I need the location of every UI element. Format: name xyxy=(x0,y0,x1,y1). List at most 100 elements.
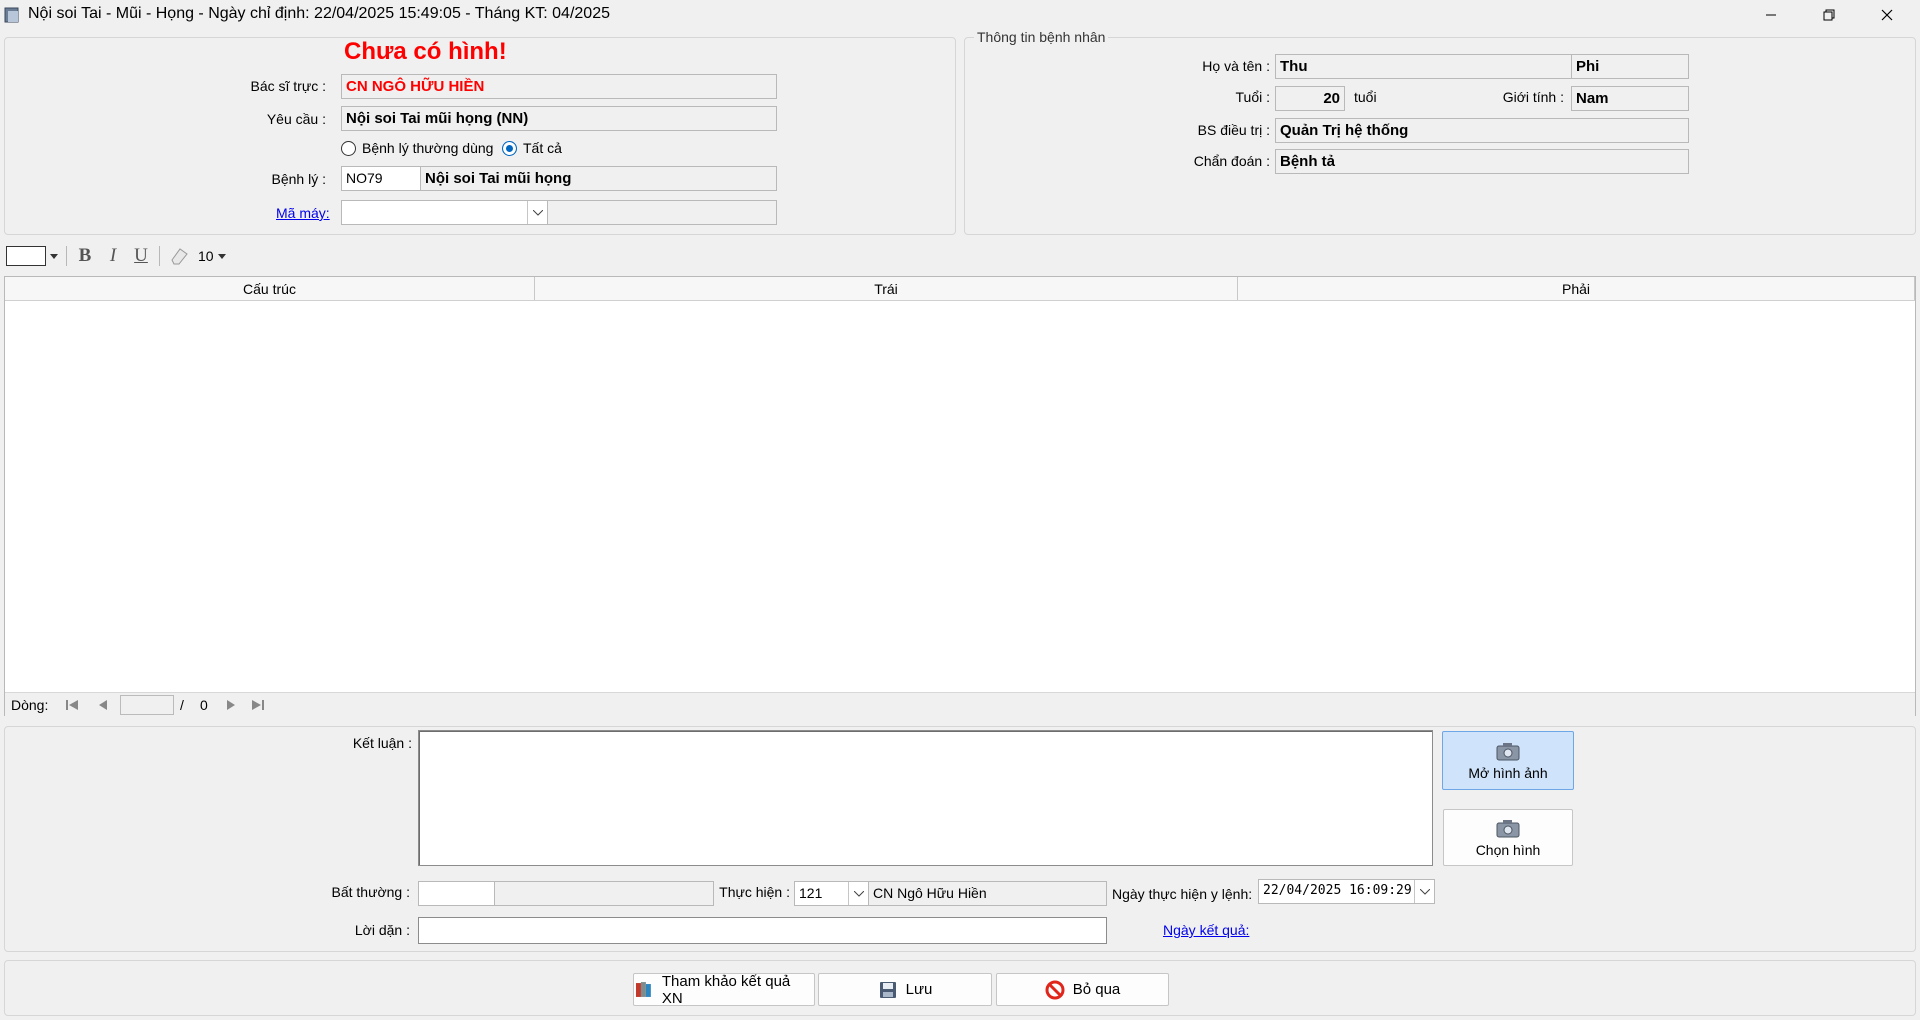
eraser-icon[interactable] xyxy=(168,246,190,266)
benh-ly-label: Bệnh lý : xyxy=(271,171,326,187)
ma-may-description xyxy=(547,200,777,225)
thuc-hien-code: 121 xyxy=(799,885,823,901)
benh-ly-code-field[interactable]: NO79 xyxy=(341,166,421,191)
bold-button[interactable]: B xyxy=(75,245,95,267)
age-label: Tuổi : xyxy=(1235,89,1271,105)
prev-page-icon[interactable] xyxy=(97,699,109,711)
no-image-notice: Chưa có hình! xyxy=(344,38,507,65)
window-title: Nội soi Tai - Mũi - Họng - Ngày chỉ định… xyxy=(28,5,610,22)
first-name-field[interactable]: Phi xyxy=(1571,54,1689,79)
font-size-dropdown[interactable]: 10 xyxy=(198,248,226,264)
diagnosis-label: Chẩn đoán : xyxy=(1193,153,1270,169)
column-header-right[interactable]: Phải xyxy=(1238,277,1915,300)
loi-dan-label: Lời dặn : xyxy=(354,922,410,938)
diagnosis-field[interactable]: Bệnh tả xyxy=(1275,149,1689,174)
last-page-icon[interactable] xyxy=(251,699,265,711)
ma-may-dropdown-arrow[interactable] xyxy=(527,201,547,224)
grid-header: Cấu trúc Trái Phải xyxy=(5,277,1915,301)
radio-common-option[interactable]: Bệnh lý thường dùng xyxy=(341,140,493,156)
nav-total: 0 xyxy=(200,697,208,713)
save-label: Lưu xyxy=(905,981,933,998)
color-picker[interactable] xyxy=(6,246,58,266)
minimize-icon xyxy=(1766,14,1776,16)
chevron-down-icon xyxy=(1419,888,1430,895)
save-button[interactable]: Lưu xyxy=(818,973,992,1006)
book-icon xyxy=(635,981,651,997)
thuc-hien-select[interactable]: 121 xyxy=(794,881,869,906)
caret-down-icon xyxy=(50,253,58,259)
ngay-thuc-hien-label: Ngày thực hiện y lệnh: xyxy=(1112,886,1253,902)
last-name-field[interactable]: Thu xyxy=(1275,54,1573,79)
no-entry-icon xyxy=(1045,980,1065,999)
column-header-left[interactable]: Trái xyxy=(535,277,1238,300)
camera-icon xyxy=(1496,742,1520,760)
ma-may-select[interactable] xyxy=(341,200,548,225)
patient-info-legend: Thông tin bệnh nhân xyxy=(974,29,1109,45)
underline-button[interactable]: U xyxy=(131,245,151,267)
loi-dan-input[interactable] xyxy=(418,917,1107,944)
chevron-down-icon xyxy=(532,209,543,216)
bat-thuong-desc-field xyxy=(494,881,714,906)
grid-navigator: Dòng: / 0 xyxy=(5,692,1915,716)
name-label: Họ và tên : xyxy=(1202,58,1270,74)
minimize-button[interactable] xyxy=(1742,0,1800,30)
bat-thuong-code-field[interactable] xyxy=(418,881,495,906)
yeu-cau-label: Yêu cầu : xyxy=(266,111,326,127)
caret-down-icon xyxy=(217,253,226,259)
italic-button[interactable]: I xyxy=(103,245,123,267)
radio-all[interactable] xyxy=(502,140,517,156)
close-icon xyxy=(1881,9,1893,21)
close-button[interactable] xyxy=(1858,0,1916,30)
radio-all-option[interactable]: Tất cả xyxy=(502,140,562,156)
toolbar-separator xyxy=(66,246,67,266)
doctor-field[interactable]: Quản Trị hệ thống xyxy=(1275,118,1689,143)
reference-results-label: Tham khảo kết quả XN xyxy=(661,972,791,1007)
font-size-value: 10 xyxy=(198,248,214,264)
column-header-structure[interactable]: Cấu trúc xyxy=(5,277,535,300)
toolbar-separator xyxy=(159,246,160,266)
ngay-thuc-hien-picker[interactable]: 22/04/2025 16:09:29 xyxy=(1258,879,1435,904)
ket-luan-label: Kết luận : xyxy=(352,735,412,751)
radio-common-label: Bệnh lý thường dùng xyxy=(362,140,494,156)
nav-current-input[interactable] xyxy=(120,695,174,715)
reference-results-button[interactable]: Tham khảo kết quả XN xyxy=(633,972,815,1007)
benh-ly-name-field[interactable]: Nội soi Tai mũi họng xyxy=(420,166,777,191)
thuc-hien-dropdown-arrow[interactable] xyxy=(848,882,868,905)
ngay-thuc-hien-value: 22/04/2025 16:09:29 xyxy=(1263,883,1412,898)
chevron-down-icon xyxy=(853,890,864,897)
ma-may-link[interactable]: Mã máy: xyxy=(276,205,330,221)
age-field[interactable]: 20 xyxy=(1275,86,1345,111)
choose-image-label: Chọn hình xyxy=(1475,841,1541,858)
gender-label: Giới tính : xyxy=(1502,89,1564,105)
restore-button[interactable] xyxy=(1800,0,1858,30)
open-image-button[interactable]: Mở hình ảnh xyxy=(1442,731,1574,790)
yeu-cau-field[interactable]: Nội soi Tai mũi họng (NN) xyxy=(341,106,777,131)
next-page-icon[interactable] xyxy=(225,699,237,711)
camera-icon xyxy=(1496,819,1520,837)
open-image-label: Mở hình ảnh xyxy=(1468,764,1548,781)
ngay-thuc-hien-dropdown-arrow[interactable] xyxy=(1414,880,1434,903)
doctor-label: BS điều trị : xyxy=(1197,122,1270,138)
format-toolbar: B I U 10 xyxy=(6,244,1914,268)
thuc-hien-name-field: CN Ngô Hữu Hiền xyxy=(868,881,1107,906)
cancel-button[interactable]: Bỏ qua xyxy=(996,973,1169,1006)
structure-grid[interactable] xyxy=(4,276,1916,716)
ngay-ket-qua-link[interactable]: Ngày kết quả: xyxy=(1163,922,1249,938)
age-unit: tuổi xyxy=(1354,89,1377,105)
choose-image-button[interactable]: Chọn hình xyxy=(1443,809,1573,866)
nav-separator: / xyxy=(180,697,184,713)
color-swatch[interactable] xyxy=(6,246,46,266)
app-icon xyxy=(4,7,19,23)
nav-label: Dòng: xyxy=(11,697,49,713)
radio-all-label: Tất cả xyxy=(523,140,562,156)
ket-luan-textarea[interactable] xyxy=(418,730,1433,866)
bac-si-truc-field[interactable]: CN NGÔ HỮU HIỀN xyxy=(341,74,777,99)
radio-common[interactable] xyxy=(341,140,356,156)
restore-icon xyxy=(1823,9,1835,21)
bat-thuong-label: Bất thường : xyxy=(331,884,410,900)
bac-si-truc-label: Bác sĩ trực : xyxy=(250,78,327,94)
first-page-icon[interactable] xyxy=(65,699,79,711)
cancel-label: Bỏ qua xyxy=(1072,981,1121,998)
gender-field[interactable]: Nam xyxy=(1571,86,1689,111)
floppy-disk-icon xyxy=(879,981,896,998)
